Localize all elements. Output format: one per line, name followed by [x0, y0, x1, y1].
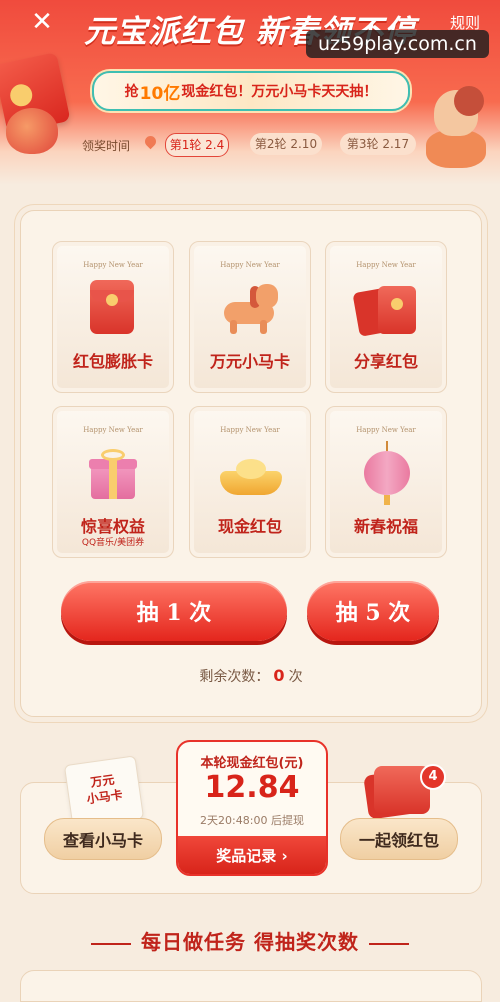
header-banner: ✕ 元宝派红包 新春领不停 规则 uz59play.com.cn 抢 10亿 现… — [0, 0, 500, 185]
divider-right — [368, 942, 409, 945]
promo-banner: 抢 10亿 现金红包！万元小马卡天天抽！ — [92, 71, 410, 111]
draw-five-button[interactable]: 抽 5 次 — [307, 581, 439, 641]
card-tagline: Happy New Year — [83, 261, 143, 269]
prize-name: 新春祝福 — [353, 517, 418, 536]
prize-card-blessing: Happy New Year 新春祝福 — [325, 406, 447, 558]
prize-card-inflate: Happy New Year 红包膨胀卡 — [52, 241, 174, 393]
round-selector: 领奖时间 第1轮 2.4 第2轮 2.10 第3轮 2.17 — [0, 130, 500, 160]
card-tagline: Happy New Year — [83, 426, 143, 434]
prize-name: 分享红包 — [353, 352, 418, 371]
claim-together-button[interactable]: 一起领红包 — [340, 818, 458, 860]
remaining-prefix: 剩余次数： — [199, 669, 270, 685]
tasks-section-title: 每日做任务 得抽奖次数 — [0, 926, 500, 955]
draw-once-button[interactable]: 抽 1 次 — [61, 581, 287, 641]
prize-panel: Happy New Year 红包膨胀卡 Happy New Year 万元小马… — [20, 210, 482, 717]
notification-badge: 4 — [420, 764, 446, 790]
card-tagline: Happy New Year — [356, 261, 416, 269]
view-horse-card-button[interactable]: 查看小马卡 — [44, 818, 162, 860]
cash-amount: 12.84 — [204, 770, 300, 805]
round-chip-2[interactable]: 第2轮 2.10 — [250, 133, 322, 155]
watermark: uz59play.com.cn — [306, 30, 489, 58]
prize-card-cash: Happy New Year 现金红包 — [189, 406, 311, 558]
remaining-suffix: 次 — [288, 669, 303, 685]
horse-card-line2: 小马卡 — [85, 787, 124, 807]
cash-summary-card: 本轮现金红包(元) 12.84 2天20:48:00 后提现 奖品记录 › — [176, 740, 328, 876]
prize-name: 现金红包 — [217, 517, 282, 536]
card-tagline: Happy New Year — [220, 426, 280, 434]
horse-card-line1: 万元 — [89, 772, 116, 790]
red-envelope-icon — [90, 280, 134, 334]
gift-box-icon — [89, 449, 137, 499]
promo-prefix: 抢 — [124, 84, 139, 100]
location-pin-icon — [142, 133, 159, 150]
card-tagline: Happy New Year — [356, 426, 416, 434]
prize-card-horse: Happy New Year 万元小马卡 — [189, 241, 311, 393]
prize-name: 万元小马卡 — [209, 352, 290, 371]
withdraw-countdown: 2天20:48:00 后提现 — [200, 814, 304, 827]
card-tagline: Happy New Year — [220, 261, 280, 269]
round-chip-3[interactable]: 第3轮 2.17 — [340, 133, 416, 155]
divider-left — [91, 942, 132, 945]
round-label: 领奖时间 — [82, 139, 131, 153]
tasks-title-text: 每日做任务 得抽奖次数 — [141, 930, 359, 954]
remaining-count: 剩余次数： 0 次 — [21, 666, 481, 686]
promo-suffix: 现金红包！万元小马卡天天抽！ — [181, 84, 378, 100]
prize-name: 红包膨胀卡 — [72, 352, 153, 371]
promo-highlight: 10亿 — [139, 83, 181, 104]
close-icon[interactable]: ✕ — [28, 8, 56, 36]
cash-title: 本轮现金红包(元) — [200, 756, 304, 771]
horse-icon — [216, 282, 284, 334]
prize-record-button[interactable]: 奖品记录 › — [178, 836, 326, 874]
tasks-panel — [20, 970, 482, 1002]
share-envelope-icon — [352, 284, 420, 337]
gold-ingot-icon — [220, 459, 282, 495]
round-chip-1[interactable]: 第1轮 2.4 — [165, 133, 229, 157]
prize-card-benefit: Happy New Year 惊喜权益 QQ音乐/美团券 — [52, 406, 174, 558]
prize-name: 惊喜权益 — [80, 517, 145, 536]
lantern-icon — [364, 441, 410, 505]
horse-card-thumbnail-text: 万元 小马卡 — [67, 768, 141, 809]
prize-card-share: Happy New Year 分享红包 — [325, 241, 447, 393]
remaining-value: 0 — [273, 666, 285, 685]
prize-subtitle: QQ音乐/美团券 — [81, 538, 145, 548]
